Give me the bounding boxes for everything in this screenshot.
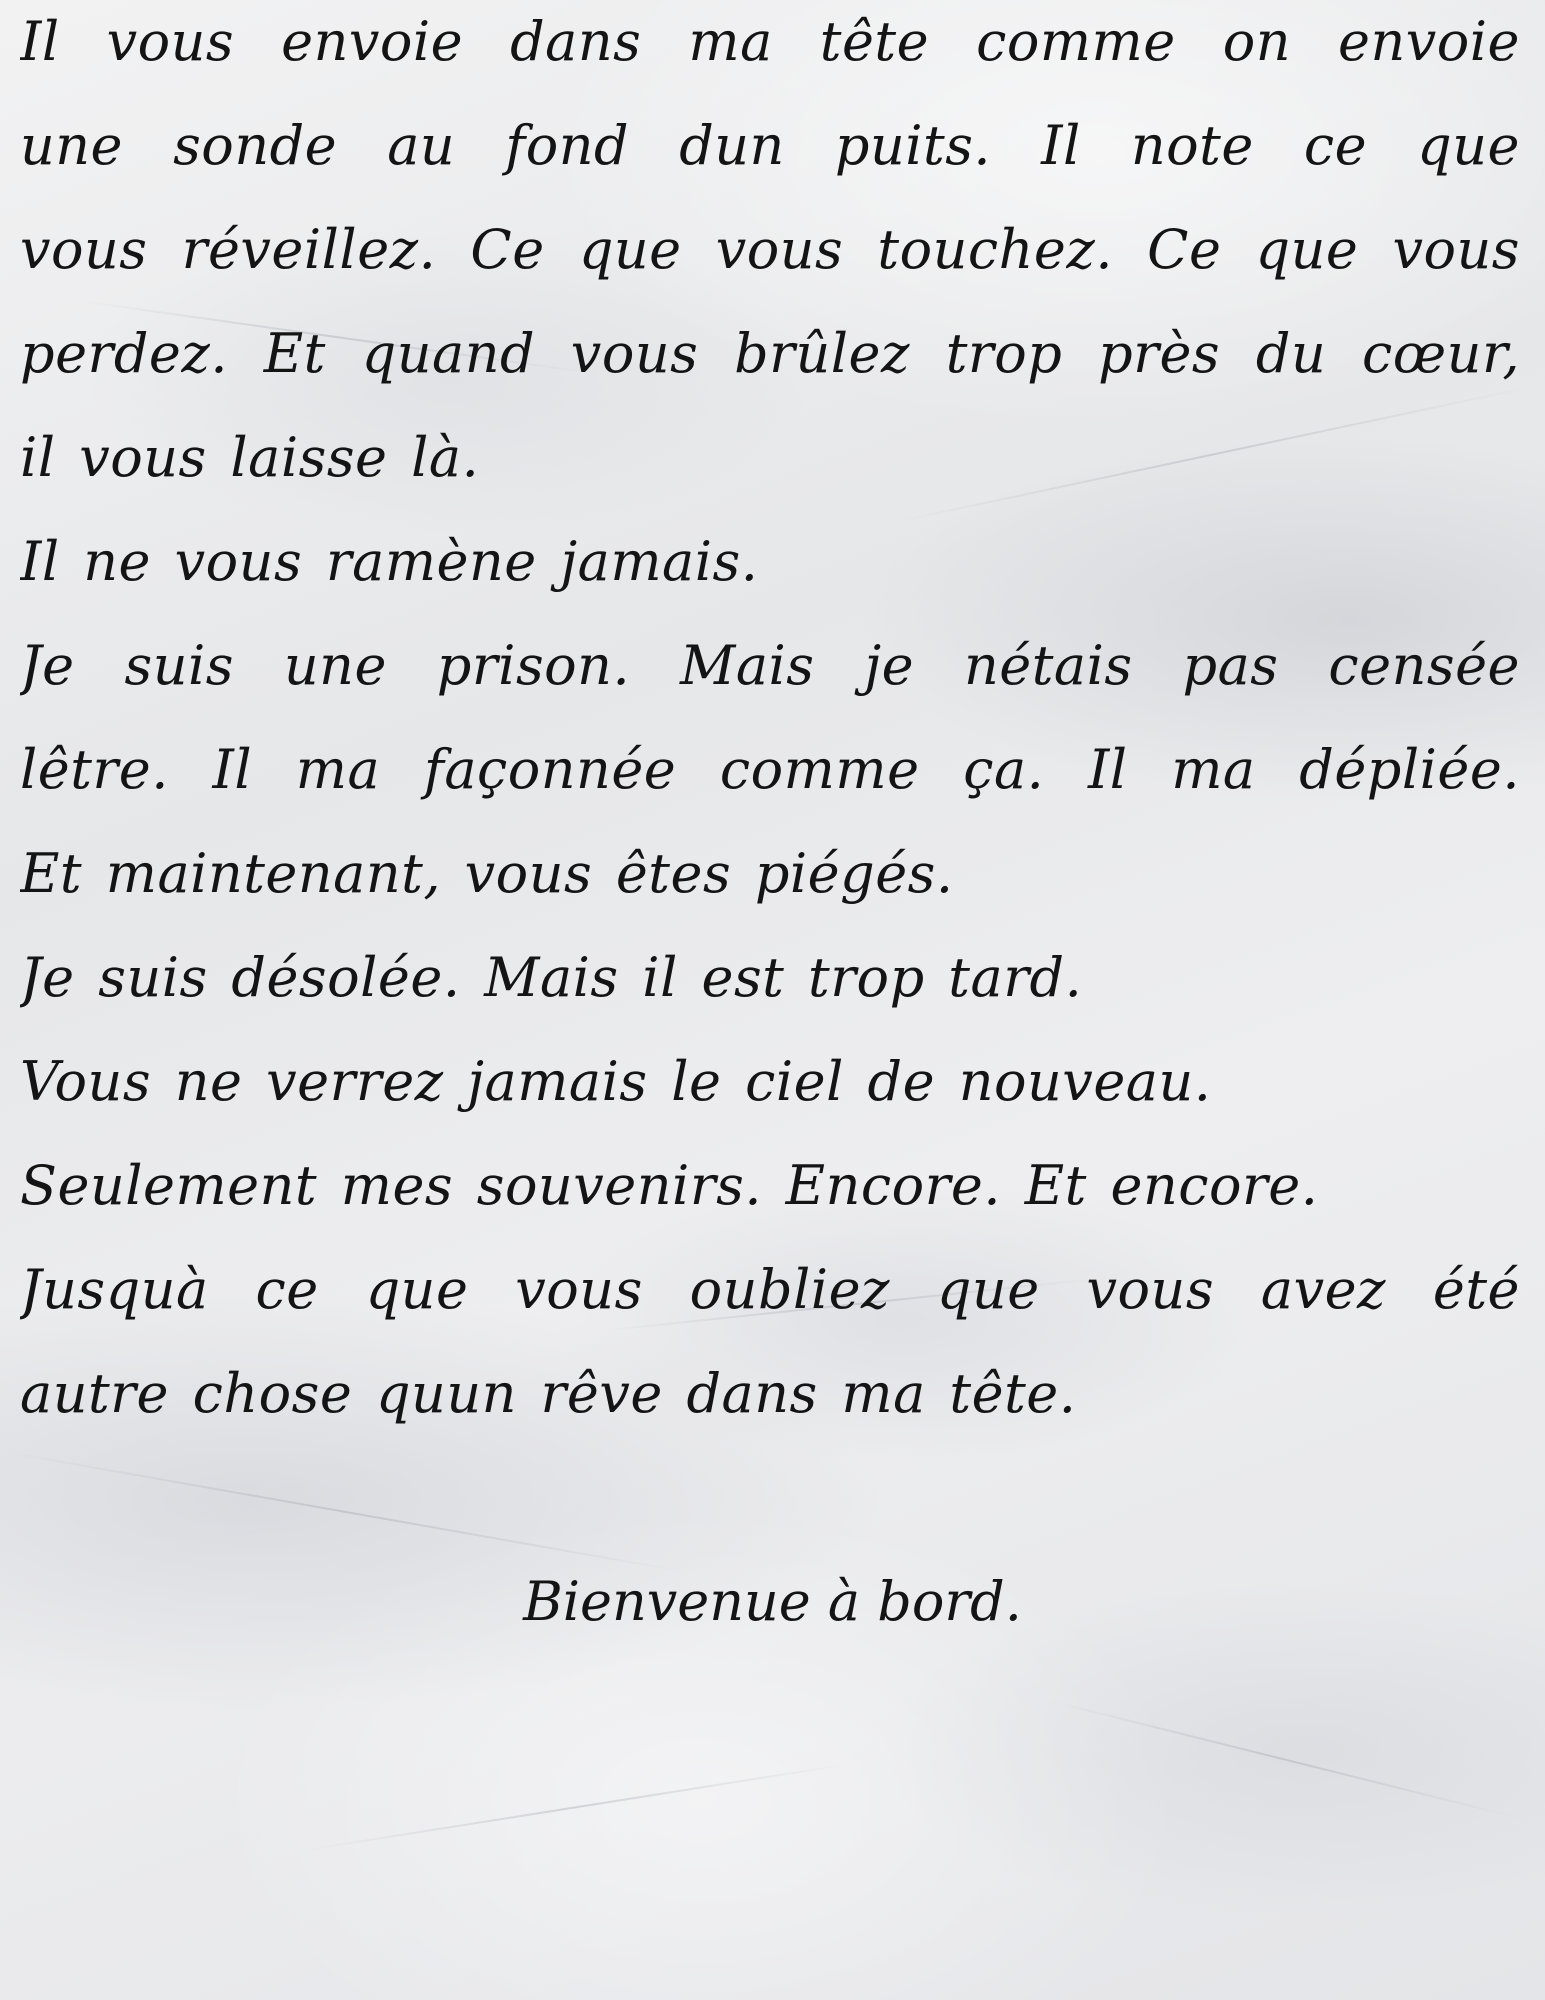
letter-line: Jusquà ce que vous oubliez que vous avez…: [20, 1258, 1520, 1321]
letter-line: Et maintenant, vous êtes piégés.: [20, 842, 954, 905]
letter-line: autre chose quun rêve dans ma tête.: [20, 1362, 1077, 1425]
letter-closing: Bienvenue à bord.: [523, 1570, 1022, 1633]
letter-line: perdez. Et quand vous brûlez trop près d…: [20, 322, 1520, 385]
paper-crease: [0, 1450, 690, 1574]
letter-line: Vous ne verrez jamais le ciel de nouveau…: [20, 1050, 1212, 1113]
letter-line: Seulement mes souvenirs. Encore. Et enco…: [20, 1154, 1319, 1217]
letter-line: Il vous envoie dans ma tête comme on env…: [20, 10, 1520, 73]
letter-line: il vous laisse là.: [20, 426, 480, 489]
paper-crease: [1049, 1700, 1516, 1819]
paper-crease: [299, 1762, 854, 1852]
letter-line: Il ne vous ramène jamais.: [20, 530, 759, 593]
letter-line: Je suis désolée. Mais il est trop tard.: [20, 946, 1083, 1009]
letter-line: Je suis une prison. Mais je nétais pas c…: [20, 634, 1520, 697]
letter-line: une sonde au fond dun puits. Il note ce …: [20, 114, 1520, 177]
letter-body: Il vous envoie dans ma tête comme on env…: [20, 0, 1520, 1456]
letter-line: vous réveillez. Ce que vous touchez. Ce …: [20, 218, 1520, 281]
letter-line: lêtre. Il ma façonnée comme ça. Il ma dé…: [20, 738, 1520, 801]
